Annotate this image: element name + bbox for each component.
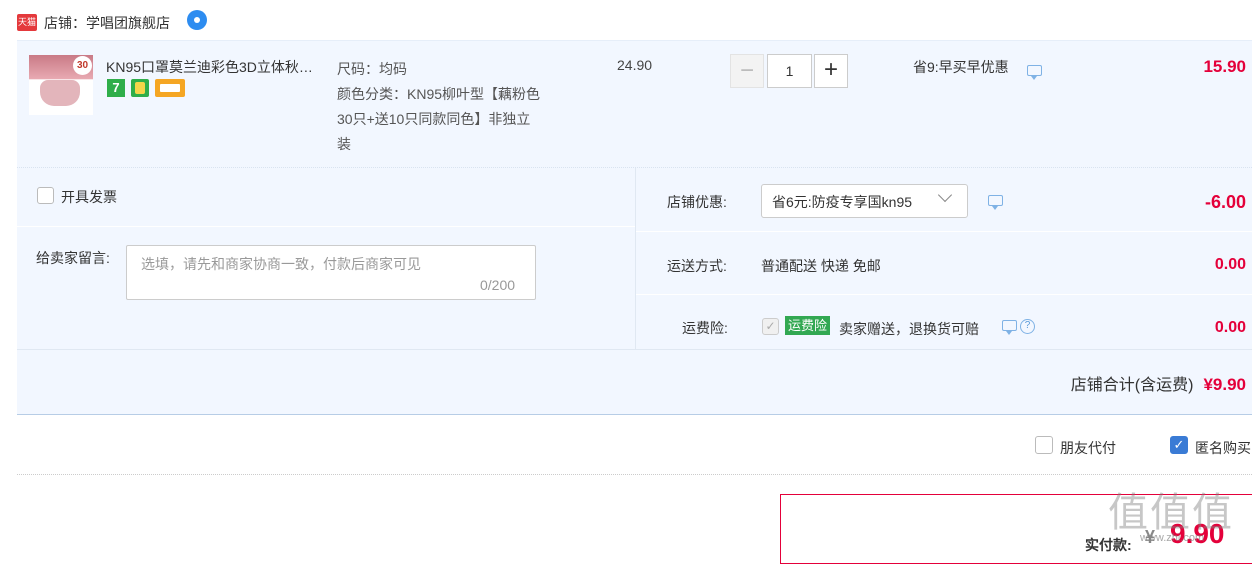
store-total-amount: ¥9.90	[1203, 375, 1246, 394]
tmall-logo-icon[interactable]: 天猫	[17, 14, 37, 31]
thumbnail-count-badge: 30	[73, 56, 92, 75]
sku-color-line-1: 颜色分类：KN95柳叶型【藕粉色	[337, 86, 541, 102]
watermark-url: www.zhi.com	[1140, 532, 1205, 544]
sku-info: 尺码：均码 颜色分类：KN95柳叶型【藕粉色 30只+送10只同款同色】非独立 …	[337, 57, 567, 157]
chat-icon[interactable]	[1002, 320, 1017, 335]
friend-pay-checkbox[interactable]	[1035, 436, 1053, 454]
help-icon[interactable]: ?	[1020, 319, 1035, 334]
item-subtotal: 15.90	[1203, 57, 1246, 76]
wangwang-icon[interactable]	[187, 10, 207, 30]
divider	[635, 168, 636, 349]
service-badge-icon[interactable]	[131, 79, 149, 97]
mask-image	[40, 80, 80, 106]
divider	[636, 231, 1252, 232]
chat-icon[interactable]	[1027, 65, 1042, 80]
unit-price: 24.90	[617, 57, 653, 73]
divider	[17, 349, 1252, 350]
insurance-label: 运费险:	[682, 320, 728, 336]
shipping-label: 运送方式:	[667, 258, 727, 274]
insurance-amount: 0.00	[1214, 319, 1246, 336]
sku-size: 尺码：均码	[337, 61, 407, 77]
quantity-decrease-button[interactable]: −	[730, 54, 764, 88]
seven-day-return-icon[interactable]: 7	[107, 79, 125, 97]
message-char-count: 0/200	[480, 277, 516, 293]
insurance-text: 卖家赠送，退换货可赔	[839, 321, 979, 337]
store-total-label: 店铺合计(含运费)	[1070, 377, 1194, 394]
friend-pay-label[interactable]: 朋友代付	[1060, 438, 1116, 458]
message-placeholder: 选填，请先和商家协商一致，付款后商家可见	[141, 256, 421, 272]
store-total: 店铺合计(含运费) ¥9.90	[1071, 371, 1246, 395]
store-discount-selected[interactable]: 省6元:防疫专享国kn95	[772, 192, 912, 212]
shipping-method: 普通配送 快递 免邮	[761, 258, 881, 274]
anonymous-label[interactable]: 匿名购买	[1195, 438, 1252, 458]
product-title-link[interactable]: KN95口罩莫兰迪彩色3D立体秋…	[106, 57, 332, 77]
credit-card-icon[interactable]	[155, 79, 185, 97]
divider	[636, 294, 1252, 295]
promotion-text: 省9:早买早优惠	[913, 59, 1009, 75]
shipping-amount: 0.00	[1214, 256, 1246, 273]
store-discount-label: 店铺优惠:	[667, 194, 727, 210]
insurance-checkbox: ✓	[762, 318, 779, 335]
chat-icon[interactable]	[988, 195, 1003, 210]
invoice-checkbox[interactable]	[37, 187, 54, 204]
sku-color-line-3: 装	[337, 136, 351, 152]
anonymous-checkbox[interactable]	[1170, 436, 1188, 454]
watermark-logo: 值值值	[1108, 490, 1234, 536]
divider	[17, 226, 635, 227]
quantity-input[interactable]: 1	[767, 54, 812, 88]
store-discount-amount: -6.00	[1204, 192, 1246, 212]
insurance-tag: 运费险	[785, 316, 831, 335]
quantity-increase-button[interactable]: +	[814, 54, 848, 88]
divider	[17, 474, 1252, 475]
sku-color-line-2: 30只+送10只同款同色】非独立	[337, 111, 531, 127]
pay-label: 实付款:	[1085, 537, 1132, 553]
shop-name-link[interactable]: 店铺：学唱团旗舰店	[44, 13, 170, 33]
invoice-label[interactable]: 开具发票	[61, 187, 117, 207]
message-label: 给卖家留言:	[36, 250, 110, 266]
